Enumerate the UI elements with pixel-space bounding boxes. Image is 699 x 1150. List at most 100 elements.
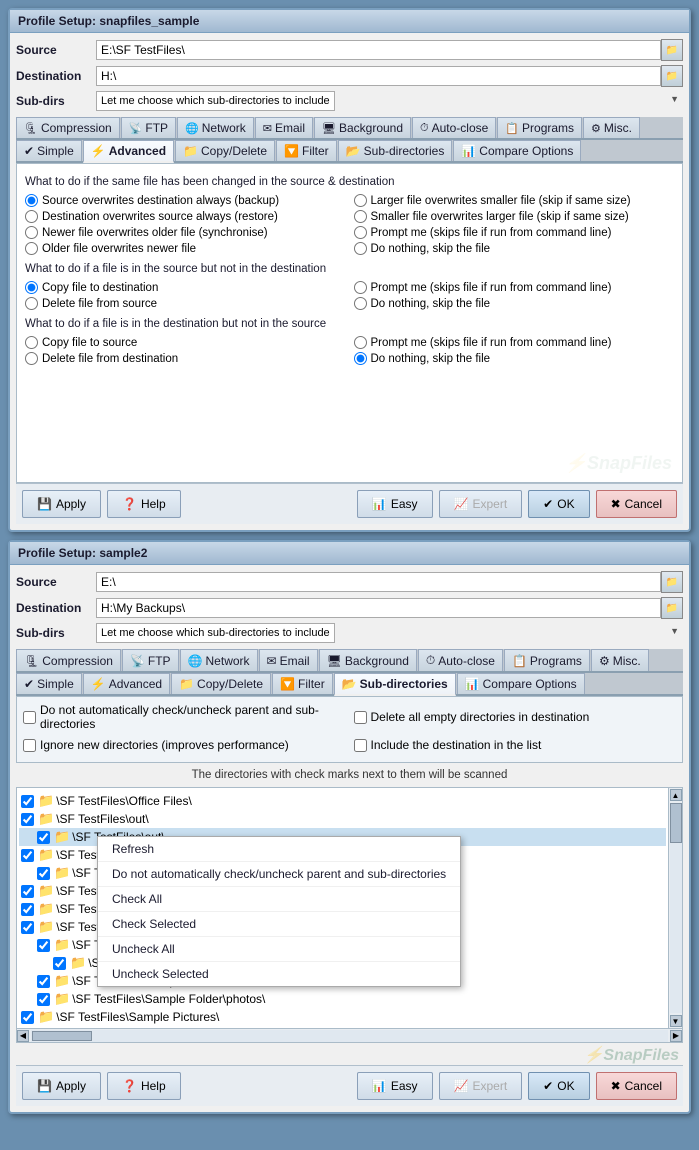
subdirs-select-2[interactable]: Let me choose which sub-directories to i… (96, 623, 335, 643)
h-scroll-thumb[interactable] (32, 1031, 92, 1041)
s2-radio-4-label[interactable]: Do nothing, skip the file (371, 298, 491, 310)
dir-cb-8[interactable] (21, 921, 34, 934)
dir-cb-6[interactable] (21, 885, 34, 898)
dir-cb-9[interactable] (37, 939, 50, 952)
option-4-label[interactable]: Include the destination in the list (371, 738, 542, 752)
vertical-scrollbar[interactable]: ▲ ▼ (668, 788, 682, 1028)
option-3-label[interactable]: Delete all empty directories in destinat… (371, 710, 590, 724)
s2-radio-3-input[interactable] (25, 297, 38, 310)
s2-radio-3-label[interactable]: Delete file from source (42, 298, 157, 310)
s1-radio-2-input[interactable] (354, 194, 367, 207)
ctx-uncheck-selected[interactable]: Uncheck Selected (98, 962, 460, 986)
expert-button-1[interactable]: 📈 Expert (439, 490, 523, 518)
tab2-ftp[interactable]: 📡FTP (122, 649, 179, 671)
option-2-checkbox[interactable] (23, 739, 36, 752)
dir-cb-1[interactable] (21, 795, 34, 808)
s1-radio-3-label[interactable]: Destination overwrites source always (re… (42, 211, 278, 223)
s1-radio-4-label[interactable]: Smaller file overwrites larger file (ski… (371, 211, 629, 223)
tab-filter[interactable]: 🔽Filter (276, 140, 337, 161)
tab2-advanced[interactable]: ⚡Advanced (83, 673, 170, 694)
option-3-checkbox[interactable] (354, 711, 367, 724)
option-1-checkbox[interactable] (23, 711, 36, 724)
cancel-button-2[interactable]: ✖ Cancel (596, 1072, 677, 1100)
option-1-label[interactable]: Do not automatically check/uncheck paren… (40, 703, 346, 731)
tab2-background[interactable]: 🖥Background (319, 649, 417, 671)
tab2-subdirectories[interactable]: 📂Sub-directories (334, 673, 456, 696)
scroll-up-btn[interactable]: ▲ (670, 789, 682, 801)
dir-cb-2[interactable] (21, 813, 34, 826)
cancel-button-1[interactable]: ✖ Cancel (596, 490, 677, 518)
s1-radio-4-input[interactable] (354, 210, 367, 223)
dir-cb-13[interactable] (21, 1011, 34, 1024)
dest-browse-button-2[interactable]: 📁 (661, 597, 683, 619)
s1-radio-5-label[interactable]: Newer file overwrites older file (synchr… (42, 227, 268, 239)
s1-radio-7-input[interactable] (25, 242, 38, 255)
dir-cb-10[interactable] (53, 957, 66, 970)
expert-button-2[interactable]: 📈 Expert (439, 1072, 523, 1100)
apply-button-2[interactable]: 💾 Apply (22, 1072, 101, 1100)
ctx-refresh[interactable]: Refresh (98, 837, 460, 862)
s3-radio-3-label[interactable]: Delete file from destination (42, 353, 178, 365)
dir-cb-11[interactable] (37, 975, 50, 988)
s3-radio-3-input[interactable] (25, 352, 38, 365)
tab-misc[interactable]: ⚙Misc. (583, 117, 640, 138)
dir-cb-3[interactable] (37, 831, 50, 844)
tab2-email[interactable]: ✉Email (259, 649, 318, 671)
dest-browse-button[interactable]: 📁 (661, 65, 683, 87)
source-input-2[interactable] (96, 572, 661, 592)
dir-cb-4[interactable] (21, 849, 34, 862)
scroll-left-btn[interactable]: ◀ (17, 1030, 29, 1042)
s3-radio-4-label[interactable]: Do nothing, skip the file (371, 353, 491, 365)
tab-advanced[interactable]: ⚡Advanced (83, 140, 174, 163)
dir-cb-7[interactable] (21, 903, 34, 916)
tab2-programs[interactable]: 📋Programs (504, 649, 590, 671)
s1-radio-2-label[interactable]: Larger file overwrites smaller file (ski… (371, 195, 631, 207)
dir-cb-5[interactable] (37, 867, 50, 880)
source-browse-button[interactable]: 📁 (661, 39, 683, 61)
s1-radio-1-input[interactable] (25, 194, 38, 207)
dest-input[interactable] (96, 66, 661, 86)
s3-radio-2-label[interactable]: Prompt me (skips file if run from comman… (371, 337, 612, 349)
tab-simple[interactable]: ✔Simple (16, 140, 82, 161)
ctx-uncheck-all[interactable]: Uncheck All (98, 937, 460, 962)
tab2-network[interactable]: 🌐Network (180, 649, 258, 671)
tab-network[interactable]: 🌐Network (177, 117, 254, 138)
s1-radio-6-label[interactable]: Prompt me (skips file if run from comman… (371, 227, 612, 239)
ok-button-1[interactable]: ✔ OK (528, 490, 589, 518)
tab-compression[interactable]: 🗜Compression (16, 117, 120, 138)
tab-copydelete[interactable]: 📁Copy/Delete (175, 140, 275, 161)
tab2-autoclose[interactable]: ⏱Auto-close (418, 649, 503, 671)
tab2-simple[interactable]: ✔Simple (16, 673, 82, 694)
tab-subdirectories[interactable]: 📂Sub-directories (338, 140, 453, 161)
s3-radio-2-input[interactable] (354, 336, 367, 349)
horizontal-scrollbar[interactable]: ◀ ▶ (17, 1028, 682, 1042)
s3-radio-4-input[interactable] (354, 352, 367, 365)
s3-radio-1-input[interactable] (25, 336, 38, 349)
help-button-1[interactable]: ❓ Help (107, 490, 181, 518)
source-input[interactable] (96, 40, 661, 60)
s2-radio-4-input[interactable] (354, 297, 367, 310)
s2-radio-1-input[interactable] (25, 281, 38, 294)
s1-radio-8-label[interactable]: Do nothing, skip the file (371, 243, 491, 255)
s2-radio-2-input[interactable] (354, 281, 367, 294)
s2-radio-2-label[interactable]: Prompt me (skips file if run from comman… (371, 282, 612, 294)
ok-button-2[interactable]: ✔ OK (528, 1072, 589, 1100)
dir-tree-scroll[interactable]: 📁\SF TestFiles\Office Files\ 📁\SF TestFi… (17, 788, 668, 1028)
easy-button-2[interactable]: 📊 Easy (357, 1072, 433, 1100)
tab2-compression[interactable]: 🗜Compression (16, 649, 121, 671)
apply-button-1[interactable]: 💾 Apply (22, 490, 101, 518)
tab-programs[interactable]: 📋Programs (497, 117, 582, 138)
tab-compare[interactable]: 📊Compare Options (453, 140, 581, 161)
option-2-label[interactable]: Ignore new directories (improves perform… (40, 738, 289, 752)
s1-radio-6-input[interactable] (354, 226, 367, 239)
scroll-down-btn[interactable]: ▼ (670, 1015, 682, 1027)
tab-ftp[interactable]: 📡FTP (121, 117, 176, 138)
option-4-checkbox[interactable] (354, 739, 367, 752)
tab-background[interactable]: 🖥Background (314, 117, 411, 138)
tab-email[interactable]: ✉Email (255, 117, 313, 138)
s3-radio-1-label[interactable]: Copy file to source (42, 337, 137, 349)
dir-cb-12[interactable] (37, 993, 50, 1006)
tab2-copydelete[interactable]: 📁Copy/Delete (171, 673, 271, 694)
ctx-no-auto-check[interactable]: Do not automatically check/uncheck paren… (98, 862, 460, 887)
tab-autoclose[interactable]: ⏱Auto-close (412, 117, 496, 138)
